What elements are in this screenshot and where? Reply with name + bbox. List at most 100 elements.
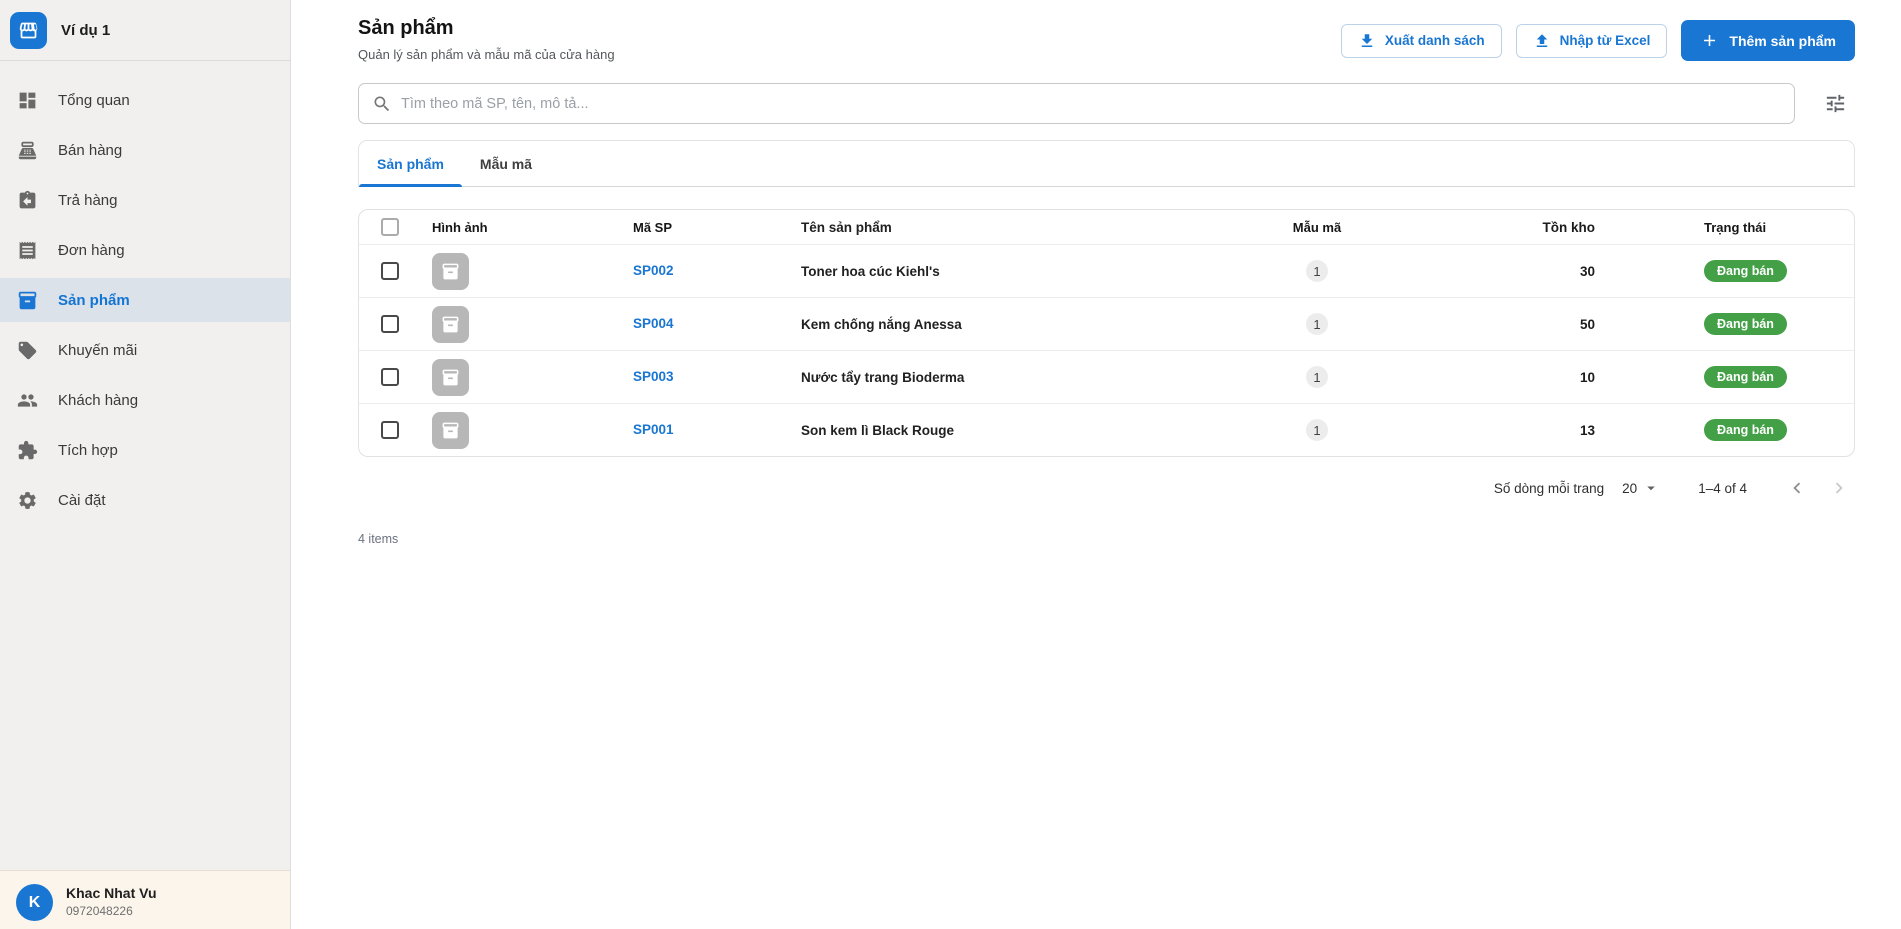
variant-count-badge: 1 [1306,260,1328,282]
variant-count-cell: 1 [1227,313,1407,335]
sidebar-item[interactable]: Khuyến mãi [0,328,290,372]
status-cell: Đang bán [1607,260,1854,282]
page-title-block: Sản phẩm Quản lý sản phẩm và mẫu mã của … [358,17,615,62]
product-image-cell [421,359,619,396]
product-code-cell: SP003 [619,368,789,386]
product-image-cell [421,306,619,343]
search-input[interactable] [401,96,1781,112]
table-body: SP002 Toner hoa cúc Kiehl's 1 30 Đang bá… [359,244,1854,456]
table-row[interactable]: SP004 Kem chống nắng Anessa 1 50 Đang bá… [359,297,1854,350]
search-box [358,83,1795,124]
row-checkbox-cell [359,368,421,386]
chevron-left-icon [1786,477,1808,499]
receipt-icon [17,240,38,261]
previous-page-button[interactable] [1781,472,1813,504]
rows-per-page-value: 20 [1622,481,1637,496]
product-code-cell: SP002 [619,262,789,280]
row-checkbox-cell [359,315,421,333]
stock-value: 50 [1407,317,1607,332]
product-code-cell: SP001 [619,421,789,439]
box-icon [441,315,460,334]
page-subtitle: Quản lý sản phẩm và mẫu mã của cửa hàng [358,47,615,62]
product-table: Hình ảnh Mã SP Tên sản phẩm Mẫu mã Tồn k… [358,209,1855,457]
select-all-checkbox[interactable] [381,218,399,236]
sidebar-item[interactable]: Bán hàng [0,128,290,172]
add-button-label: Thêm sản phẩm [1729,33,1836,49]
table-row[interactable]: SP002 Toner hoa cúc Kiehl's 1 30 Đang bá… [359,244,1854,297]
status-badge: Đang bán [1704,366,1787,388]
tag-icon [17,340,38,361]
user-phone: 0972048226 [66,904,157,918]
return-icon [17,190,38,211]
dashboard-icon [17,90,38,111]
main-content: Sản phẩm Quản lý sản phẩm và mẫu mã của … [291,0,1901,929]
user-profile[interactable]: K Khac Nhat Vu 0972048226 [0,870,290,929]
sidebar-item[interactable]: Sản phẩm [0,278,290,322]
status-cell: Đang bán [1607,419,1854,441]
row-checkbox[interactable] [381,421,399,439]
sidebar-item-label: Cài đặt [58,492,106,509]
people-icon [17,390,38,411]
page-range: 1–4 of 4 [1698,481,1747,496]
column-header-image: Hình ảnh [421,220,619,235]
table-row[interactable]: SP001 Son kem lì Black Rouge 1 13 Đang b… [359,403,1854,456]
sidebar-item-label: Tích hợp [58,442,118,459]
column-header-code: Mã SP [619,220,789,235]
variant-count-cell: 1 [1227,260,1407,282]
pos-icon [17,140,38,161]
table-row[interactable]: SP003 Nước tẩy trang Bioderma 1 10 Đang … [359,350,1854,403]
sidebar-item-label: Trả hàng [58,192,117,209]
product-name: Nước tẩy trang Bioderma [789,370,1227,385]
product-code-link[interactable]: SP002 [633,263,674,278]
sidebar-item-label: Bán hàng [58,142,122,159]
variant-count-badge: 1 [1306,366,1328,388]
rows-per-page-label: Số dòng mỗi trang [1494,481,1604,496]
status-badge: Đang bán [1704,313,1787,335]
column-header-name: Tên sản phẩm [789,220,1227,235]
product-code-link[interactable]: SP004 [633,316,674,331]
product-name: Kem chống nắng Anessa [789,317,1227,332]
column-header-variants: Mẫu mã [1227,220,1407,235]
avatar: K [16,884,53,921]
sidebar: Ví dụ 1 Tổng quan Bán hàng Trả hàng Đơn … [0,0,291,929]
variant-count-cell: 1 [1227,366,1407,388]
user-info: Khac Nhat Vu 0972048226 [66,884,157,929]
product-code-link[interactable]: SP001 [633,422,674,437]
sidebar-item[interactable]: Cài đặt [0,478,290,522]
row-checkbox-cell [359,262,421,280]
variant-count-badge: 1 [1306,313,1328,335]
sidebar-item[interactable]: Tích hợp [0,428,290,472]
rows-per-page-select[interactable]: 20 [1622,479,1660,497]
import-excel-button[interactable]: Nhập từ Excel [1516,24,1668,58]
row-checkbox[interactable] [381,262,399,280]
search-row [358,83,1855,124]
download-icon [1358,32,1376,50]
upload-icon [1533,32,1551,50]
sidebar-item-label: Khuyến mãi [58,342,137,359]
sidebar-item[interactable]: Tổng quan [0,78,290,122]
box-icon [441,368,460,387]
sidebar-item[interactable]: Đơn hàng [0,228,290,272]
sidebar-item[interactable]: Khách hàng [0,378,290,422]
column-header-stock: Tồn kho [1407,220,1607,235]
status-badge: Đang bán [1704,419,1787,441]
sidebar-nav: Tổng quan Bán hàng Trả hàng Đơn hàng Sản… [0,61,290,522]
tab[interactable]: Sản phẩm [359,141,462,186]
tab[interactable]: Mẫu mã [462,141,550,186]
status-badge: Đang bán [1704,260,1787,282]
variant-count-badge: 1 [1306,419,1328,441]
add-product-button[interactable]: Thêm sản phẩm [1681,20,1855,61]
filter-button[interactable] [1815,84,1855,124]
product-code-link[interactable]: SP003 [633,369,674,384]
row-checkbox[interactable] [381,315,399,333]
product-image-cell [421,253,619,290]
next-page-button[interactable] [1823,472,1855,504]
row-checkbox[interactable] [381,368,399,386]
sidebar-item[interactable]: Trả hàng [0,178,290,222]
table-header-row: Hình ảnh Mã SP Tên sản phẩm Mẫu mã Tồn k… [359,210,1854,244]
workspace-header[interactable]: Ví dụ 1 [0,0,290,61]
box-icon [441,262,460,281]
status-cell: Đang bán [1607,313,1854,335]
export-button[interactable]: Xuất danh sách [1341,24,1502,58]
dropdown-arrow-icon [1642,479,1660,497]
